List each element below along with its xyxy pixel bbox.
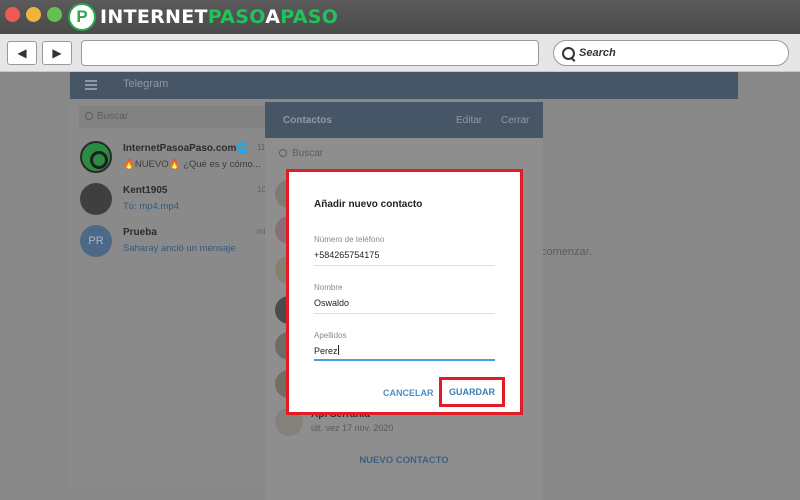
phone-field[interactable]: +584265754175 [314,248,495,266]
chat-item[interactable]: InternetPasoaPaso.com🌐 🔥NUEVO🔥 ¿Qué es y… [80,141,276,181]
browser-toolbar: ◀ ▶ Search [0,34,800,72]
name-label: Nombre [314,283,343,292]
chat-list-panel: Buscar InternetPasoaPaso.com🌐 🔥NUEVO🔥 ¿Q… [70,99,277,489]
surname-value: Perez [314,346,338,356]
back-button[interactable]: ◀ [7,41,37,65]
surname-field[interactable]: Perez [314,343,495,361]
close-window-button[interactable] [5,7,20,22]
edit-contacts-button[interactable]: Editar [456,115,482,126]
brand-part2: PASO [207,6,266,28]
chat-last-message: Saharay ancló un mensaje [123,243,236,254]
window-titlebar: P INTERNETPASOAPASO [0,0,800,34]
brand-part3: A [265,6,281,28]
chat-search-input[interactable]: Buscar [79,106,267,128]
contact-last-seen: últ. vez 17 nov. 2020 [311,423,394,433]
forward-button[interactable]: ▶ [42,41,72,65]
chat-item[interactable]: PR Prueba Saharay ancló un mensaje mié. [80,225,276,265]
address-bar[interactable] [81,40,539,66]
cancel-button[interactable]: CANCELAR [383,388,434,398]
contacts-search-input[interactable]: Buscar [278,148,323,159]
menu-icon[interactable] [85,80,97,90]
contacts-title: Contactos [283,115,332,126]
phone-label: Número de teléfono [314,235,385,244]
logo-icon: P [68,3,96,31]
maximize-window-button[interactable] [47,7,62,22]
search-icon [85,112,93,120]
avatar [80,183,112,215]
avatar [80,141,112,173]
avatar[interactable] [275,408,303,436]
search-icon [279,149,287,157]
new-contact-button[interactable]: NUEVO CONTACTO [265,455,543,466]
dialog-title: Añadir nuevo contacto [314,199,423,210]
brand-logo: P INTERNETPASOAPASO [68,3,338,31]
chat-name: Prueba [123,227,157,238]
avatar: PR [80,225,112,257]
chat-last-message: 🔥NUEVO🔥 ¿Qué es y cómo... [123,159,261,170]
start-hint-text: comenzar. [541,246,592,258]
close-contacts-button[interactable]: Cerrar [501,115,529,126]
chat-name: Kent1905 [123,185,168,196]
telegram-title: Telegram [123,78,169,90]
text-caret [337,345,339,355]
search-label: Search [579,47,616,59]
browser-search-field[interactable]: Search [553,40,789,66]
forward-arrow-icon: ▶ [52,46,62,60]
contacts-header: Contactos Editar Cerrar [265,102,543,138]
minimize-window-button[interactable] [26,7,41,22]
surname-label: Apellidos [314,331,347,340]
telegram-header: Telegram [70,72,738,99]
brand-part1: INTERNET [100,6,208,28]
brand-part4: PASO [280,6,339,28]
chat-name: InternetPasoaPaso.com🌐 [123,143,249,154]
chat-search-placeholder: Buscar [97,111,129,122]
chat-last-message: Tú: mp4.mp4 [123,201,179,212]
search-icon [562,46,575,60]
name-field[interactable]: Oswaldo [314,296,495,314]
back-arrow-icon: ◀ [17,46,27,60]
chat-item[interactable]: Kent1905 Tú: mp4.mp4 10:24 [80,183,277,223]
contacts-search-placeholder: Buscar [292,148,324,159]
add-contact-dialog: Añadir nuevo contacto Número de teléfono… [286,169,523,415]
brand-name: INTERNETPASOAPASO [100,6,338,28]
save-button[interactable]: GUARDAR [439,377,505,407]
